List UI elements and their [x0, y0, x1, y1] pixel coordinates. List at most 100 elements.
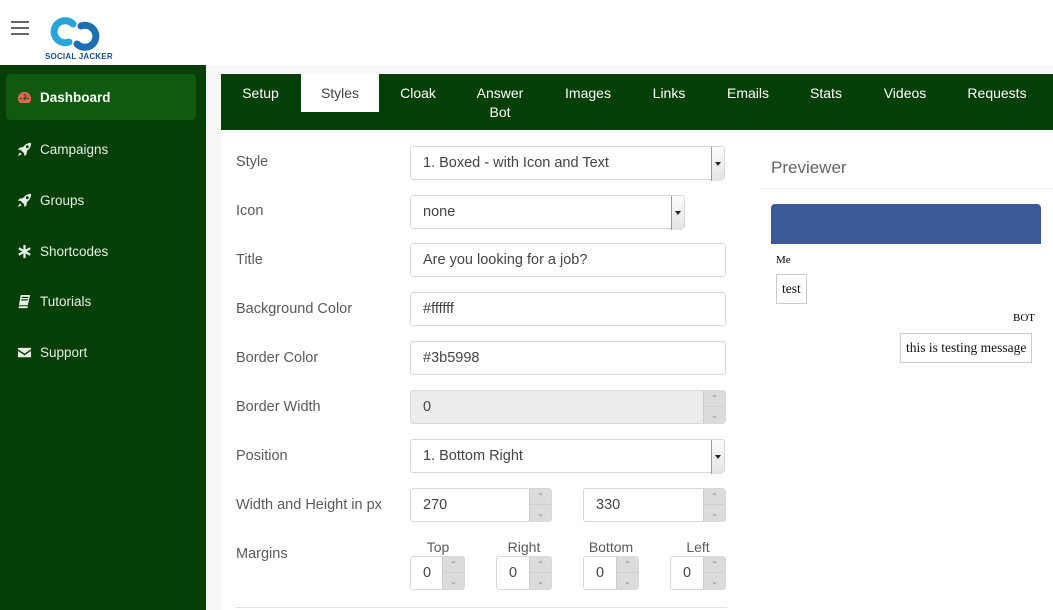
tab-emails[interactable]: Emails [711, 74, 785, 112]
margin-top-input[interactable]: 0 ⌃ ⌄ [410, 556, 465, 590]
sidebar-item-groups[interactable]: Groups [6, 177, 196, 223]
background-color-value: #ffffff [423, 301, 454, 317]
chevron-down-icon[interactable]: ⌄ [617, 573, 638, 589]
brand-name: SOCIAL JACKER [45, 52, 113, 61]
margin-top-label: Top [426, 539, 450, 555]
preview-user-message: test [776, 274, 807, 304]
width-input[interactable]: 270 ⌃ ⌄ [410, 488, 552, 522]
sidebar-item-tutorials[interactable]: Tutorials [6, 278, 196, 324]
style-label: Style [236, 154, 269, 170]
border-width-input[interactable]: 0 ⌃ ⌄ [410, 390, 726, 424]
chevron-up-icon[interactable]: ⌃ [704, 557, 725, 573]
sidebar-item-dashboard[interactable]: Dashboard [6, 74, 196, 120]
divider [235, 607, 727, 608]
chevron-up-icon[interactable]: ⌃ [617, 557, 638, 573]
icon-select-value: none [423, 204, 456, 220]
chevron-down-icon[interactable]: ⌄ [530, 505, 551, 521]
chevron-down-icon[interactable]: ⌄ [704, 407, 725, 423]
margin-bottom-value: 0 [596, 565, 605, 581]
sidebar-item-label: Campaigns [40, 141, 109, 157]
number-spinner[interactable]: ⌃ ⌄ [529, 557, 551, 589]
tab-answer-bot[interactable]: Answer Bot [465, 74, 535, 120]
margin-left-input[interactable]: 0 ⌃ ⌄ [670, 556, 726, 590]
chevron-down-icon[interactable]: ⌄ [704, 505, 725, 521]
sidebar-item-shortcodes[interactable]: Shortcodes [6, 228, 196, 274]
tab-videos[interactable]: Videos [867, 74, 943, 112]
height-input[interactable]: 330 ⌃ ⌄ [583, 488, 726, 522]
title-label: Title [236, 252, 263, 268]
chevron-up-icon[interactable]: ⌃ [443, 557, 464, 573]
background-color-input[interactable]: #ffffff [410, 292, 726, 326]
asterisk-icon [16, 243, 32, 259]
border-width-label: Border Width [236, 399, 321, 415]
width-value: 270 [423, 497, 448, 513]
number-spinner[interactable]: ⌃ ⌄ [703, 391, 725, 423]
tab-stats[interactable]: Stats [793, 74, 859, 112]
number-spinner[interactable]: ⌃ ⌄ [703, 557, 725, 589]
chevron-down-icon[interactable] [711, 440, 724, 474]
book-icon [16, 293, 32, 309]
divider [762, 188, 1053, 189]
position-select-value: 1. Bottom Right [423, 448, 523, 464]
margin-right-value: 0 [509, 565, 518, 581]
chevron-down-icon[interactable] [671, 196, 684, 230]
height-value: 330 [596, 497, 621, 513]
sidebar-item-label: Shortcodes [40, 243, 109, 259]
tab-images[interactable]: Images [548, 74, 628, 112]
size-label: Width and Height in px [236, 497, 382, 513]
border-color-value: #3b5998 [423, 350, 480, 366]
sidebar-item-label: Dashboard [40, 89, 111, 105]
icon-select[interactable]: none [410, 195, 685, 230]
border-color-input[interactable]: #3b5998 [410, 341, 726, 375]
position-label: Position [236, 448, 288, 464]
preview-me-label: Me [776, 254, 791, 266]
chevron-up-icon[interactable]: ⌃ [530, 489, 551, 505]
top-bar: SOCIAL JACKER [0, 0, 1053, 65]
chevron-up-icon[interactable]: ⌃ [530, 557, 551, 573]
hamburger-menu-icon[interactable] [11, 21, 29, 35]
dashboard-icon [16, 89, 32, 105]
margin-left-label: Left [686, 539, 710, 555]
number-spinner[interactable]: ⌃ ⌄ [703, 489, 725, 521]
margin-right-input[interactable]: 0 ⌃ ⌄ [496, 556, 552, 590]
margin-bottom-label: Bottom [588, 539, 634, 555]
margin-bottom-input[interactable]: 0 ⌃ ⌄ [583, 556, 639, 590]
sidebar-item-support[interactable]: Support [6, 329, 196, 375]
style-select[interactable]: 1. Boxed - with Icon and Text [410, 146, 725, 181]
chevron-down-icon[interactable]: ⌄ [443, 573, 464, 589]
number-spinner[interactable]: ⌃ ⌄ [616, 557, 638, 589]
envelope-icon [16, 344, 32, 360]
preview-bot-message: this is testing message [900, 333, 1033, 363]
margin-left-value: 0 [683, 565, 692, 581]
rocket-icon [16, 192, 32, 208]
border-width-value: 0 [423, 399, 432, 415]
sidebar-item-label: Support [40, 344, 88, 360]
icon-label: Icon [236, 203, 264, 219]
chevron-down-icon[interactable]: ⌄ [704, 573, 725, 589]
border-color-label: Border Color [236, 350, 319, 366]
title-input-value: Are you looking for a job? [423, 252, 588, 268]
sidebar-item-label: Tutorials [40, 293, 92, 309]
tab-requests[interactable]: Requests [953, 74, 1041, 112]
rocket-icon [16, 141, 32, 157]
chevron-down-icon[interactable] [711, 147, 724, 181]
settings-tab-bar: Setup Styles Cloak Answer Bot Images Lin… [221, 74, 1053, 130]
chevron-up-icon[interactable]: ⌃ [704, 391, 725, 407]
previewer-title: Previewer [771, 158, 847, 177]
tab-cloak[interactable]: Cloak [379, 74, 457, 112]
number-spinner[interactable]: ⌃ ⌄ [442, 557, 464, 589]
style-select-value: 1. Boxed - with Icon and Text [423, 155, 609, 171]
tab-links[interactable]: Links [633, 74, 705, 112]
position-select[interactable]: 1. Bottom Right [410, 439, 725, 474]
preview-bot-label: BOT [1013, 312, 1035, 324]
title-input[interactable]: Are you looking for a job? [410, 243, 726, 277]
background-color-label: Background Color [236, 301, 353, 317]
chevron-down-icon[interactable]: ⌄ [530, 573, 551, 589]
sidebar-item-campaigns[interactable]: Campaigns [6, 126, 196, 172]
margin-right-label: Right [507, 539, 541, 555]
tab-setup[interactable]: Setup [221, 74, 300, 112]
number-spinner[interactable]: ⌃ ⌄ [529, 489, 551, 521]
tab-styles[interactable]: Styles [301, 74, 379, 112]
chevron-up-icon[interactable]: ⌃ [704, 489, 725, 505]
sidebar: Dashboard Campaigns Groups Shortcodes Tu… [0, 65, 206, 610]
